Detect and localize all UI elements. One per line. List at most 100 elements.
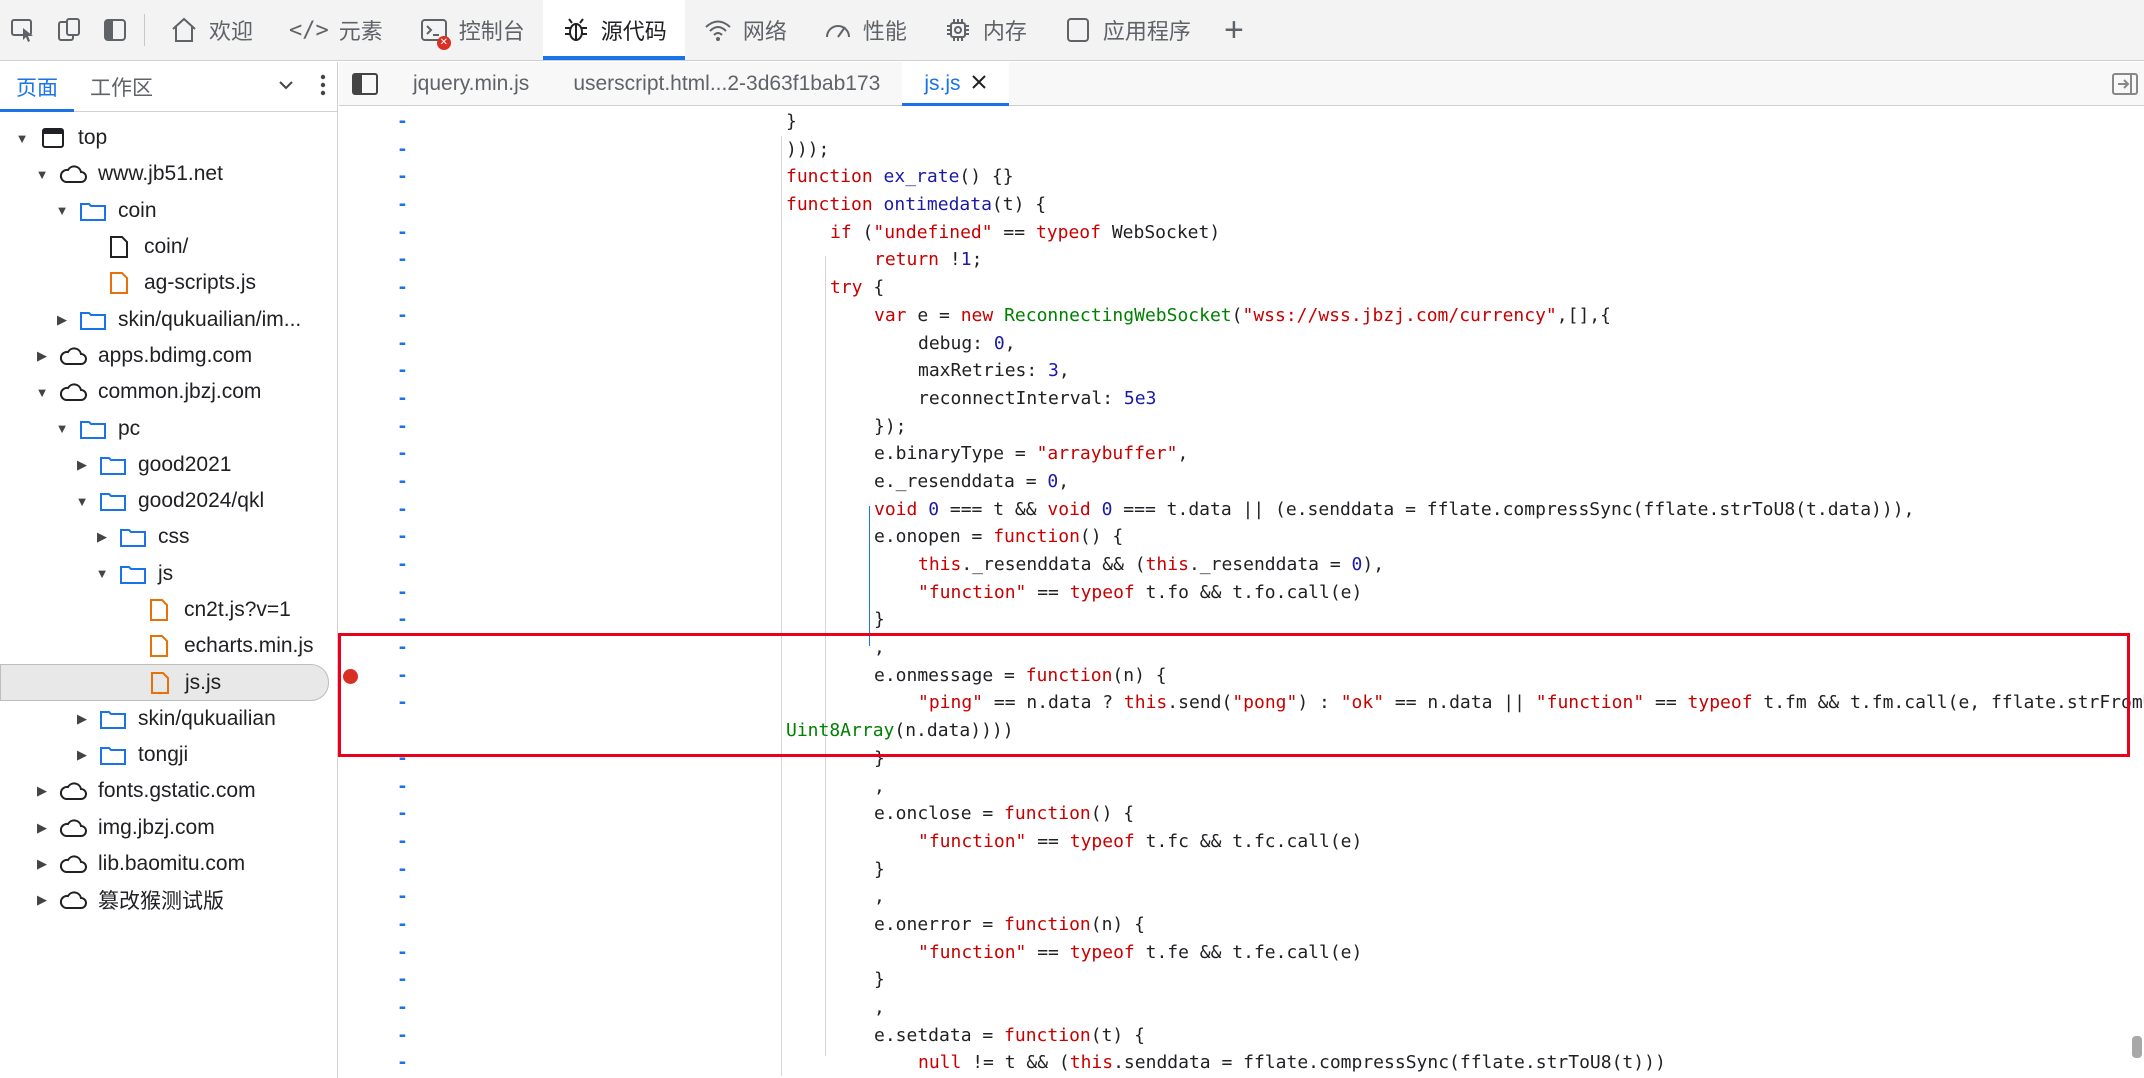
tree-item-folder[interactable]: ▼ coin — [0, 193, 337, 229]
tab-label: 控制台 — [458, 19, 525, 44]
tab-memory[interactable]: 内存 — [925, 0, 1045, 60]
toggle-navigator-icon[interactable] — [339, 62, 391, 105]
navigator-tabs: 页面 工作区 — [0, 62, 337, 112]
expand-arrow-icon[interactable]: ▼ — [94, 566, 110, 581]
code-line: - e._resenddata = 0, — [339, 468, 2144, 496]
editor-tab[interactable]: userscript.html...2-3d63f1bab173 — [551, 62, 902, 105]
tab-workspace[interactable]: 工作区 — [74, 62, 169, 111]
tab-performance[interactable]: 性能 — [805, 0, 925, 60]
code-line: - void 0 === t && void 0 === t.data || (e… — [339, 496, 2144, 524]
dock-panel-icon[interactable] — [92, 0, 138, 60]
tree-item-folder[interactable]: ▼ pc — [0, 410, 337, 446]
chevron-down-icon[interactable] — [277, 76, 295, 99]
tree-item-domain[interactable]: ▶ img.jbzj.com — [0, 810, 337, 846]
tab-elements[interactable]: </> 元素 — [271, 0, 401, 60]
code-line-breakpoint[interactable]: - e.onmessage = function(n) { — [339, 662, 2144, 690]
collapse-arrow-icon[interactable]: ▶ — [34, 856, 50, 872]
editor-tab[interactable]: jquery.min.js — [391, 62, 551, 105]
tab-console[interactable]: ✕ 控制台 — [401, 0, 543, 60]
wifi-icon — [705, 20, 731, 41]
folder-icon — [118, 561, 148, 587]
cloud-icon — [58, 851, 88, 877]
tab-page[interactable]: 页面 — [0, 62, 74, 112]
expand-arrow-icon[interactable]: ▼ — [34, 385, 50, 400]
collapse-arrow-icon[interactable]: ▶ — [94, 529, 110, 545]
expand-arrow-icon[interactable]: ▼ — [54, 203, 70, 218]
expand-arrow-icon[interactable]: ▼ — [74, 494, 90, 509]
coverage-marker: - — [397, 581, 408, 603]
breakpoint-icon[interactable] — [343, 668, 358, 684]
tree-item-top[interactable]: ▼ top — [0, 120, 337, 156]
add-panel-icon[interactable]: + — [1209, 0, 1259, 60]
expand-arrow-icon[interactable]: ▼ — [14, 131, 30, 146]
tree-item-folder[interactable]: ▼ js — [0, 556, 337, 592]
tab-label: 网络 — [742, 19, 787, 44]
collapse-arrow-icon[interactable]: ▶ — [74, 711, 90, 727]
coverage-marker: - — [397, 138, 408, 160]
code-line: - reconnectInterval: 5e3 — [339, 385, 2144, 413]
close-icon[interactable] — [971, 72, 987, 96]
vertical-scrollbar[interactable] — [2130, 166, 2142, 1076]
coverage-marker: - — [397, 692, 408, 714]
expand-arrow-icon[interactable]: ▼ — [54, 421, 70, 436]
tree-item-folder[interactable]: ▼ good2024/qkl — [0, 483, 337, 519]
code-line: Uint8Array(n.data)))) — [786, 720, 1014, 742]
coverage-marker: - — [397, 969, 408, 991]
script-file-icon — [104, 270, 134, 296]
tab-network[interactable]: 网络 — [685, 0, 805, 60]
tree-item-folder[interactable]: ▶ skin/qukuailian — [0, 701, 337, 737]
tree-item-domain[interactable]: ▼ common.jbzj.com — [0, 374, 337, 410]
coverage-marker: - — [397, 609, 408, 631]
folder-icon — [98, 488, 128, 514]
file-navigator: 页面 工作区 ▼ top ▼ www.jb51.net ▼ coin ▶ coi… — [0, 62, 338, 1078]
toggle-debugger-icon[interactable] — [2112, 62, 2138, 106]
collapse-arrow-icon[interactable]: ▶ — [34, 348, 50, 364]
tree-item-domain[interactable]: ▶ lib.baomitu.com — [0, 846, 337, 882]
collapse-arrow-icon[interactable]: ▶ — [74, 457, 90, 473]
code-line: - "function" == typeof t.fe && t.fe.call(… — [339, 939, 2144, 967]
tab-label: 性能 — [862, 19, 907, 44]
code-line: - this._resenddata && (this._resenddata =… — [339, 551, 2144, 579]
tree-item-domain[interactable]: ▶ 篡改猴测试版 — [0, 882, 337, 918]
tree-item-folder[interactable]: ▶ tongji — [0, 737, 337, 773]
expand-arrow-icon[interactable]: ▼ — [34, 167, 50, 182]
tab-sources[interactable]: 源代码 — [542, 0, 685, 60]
tree-item-file[interactable]: ▶ cn2t.js?v=1 — [0, 592, 337, 628]
tree-item-domain[interactable]: ▶ apps.bdimg.com — [0, 338, 337, 374]
collapse-arrow-icon[interactable]: ▶ — [34, 783, 50, 799]
coverage-marker: - — [397, 941, 408, 963]
code-line: - function ontimedata(t) { — [339, 191, 2144, 219]
tree-item-domain[interactable]: ▼ www.jb51.net — [0, 156, 337, 192]
collapse-arrow-icon[interactable]: ▶ — [74, 747, 90, 763]
scrollbar-thumb[interactable] — [2132, 1036, 2142, 1058]
chip-icon — [946, 19, 969, 41]
editor-tabs: jquery.min.js userscript.html...2-3d63f1… — [339, 62, 2144, 106]
code-area[interactable]: -} -))); - function ex_rate() {} - functio… — [339, 106, 2144, 1078]
tree-item-file[interactable]: ▶ ag-scripts.js — [0, 265, 337, 301]
code-line: - e.binaryType = "arraybuffer", — [339, 440, 2144, 468]
tree-item-file[interactable]: ▶ coin/ — [0, 229, 337, 265]
more-options-icon[interactable] — [319, 73, 327, 102]
collapse-arrow-icon[interactable]: ▶ — [54, 312, 70, 328]
tree-item-file[interactable]: ▶ echarts.min.js — [0, 628, 337, 664]
code-line: - if ("undefined" == typeof WebSocket) — [339, 219, 2144, 247]
code-line: -, — [339, 994, 2144, 1022]
tree-item-file-selected[interactable]: ▶ js.js — [0, 664, 329, 701]
tab-welcome[interactable]: 欢迎 — [151, 0, 271, 60]
tree-item-folder[interactable]: ▶ skin/qukuailian/im... — [0, 301, 337, 337]
tree-item-domain[interactable]: ▶ fonts.gstatic.com — [0, 773, 337, 809]
tree-item-folder[interactable]: ▶ css — [0, 519, 337, 555]
coverage-marker: - — [397, 470, 408, 492]
coverage-marker: - — [397, 1052, 408, 1074]
inspect-element-icon[interactable] — [0, 0, 46, 60]
tab-label: 应用程序 — [1102, 19, 1191, 44]
tree-label: coin — [118, 198, 157, 222]
code-line: - var e = new ReconnectingWebSocket("wss:… — [339, 302, 2144, 330]
collapse-arrow-icon[interactable]: ▶ — [34, 892, 50, 908]
device-emulation-icon[interactable] — [46, 0, 92, 60]
tree-item-folder[interactable]: ▶ good2021 — [0, 447, 337, 483]
tab-application[interactable]: 应用程序 — [1045, 0, 1209, 60]
code-line: -} — [339, 745, 2144, 773]
collapse-arrow-icon[interactable]: ▶ — [34, 820, 50, 836]
editor-tab-active[interactable]: js.js — [902, 62, 1009, 106]
